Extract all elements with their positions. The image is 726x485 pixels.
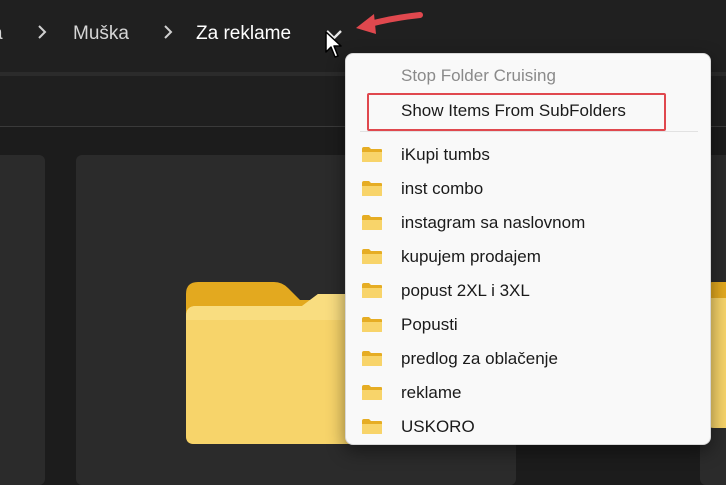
menu-folder-item[interactable]: inst combo <box>346 172 710 206</box>
red-arrow-annotation <box>356 12 423 34</box>
breadcrumb-item-previous[interactable]: a <box>0 20 3 48</box>
menu-folder-item[interactable]: kupujem prodajem <box>346 240 710 274</box>
folder-icon <box>362 283 382 298</box>
folder-icon <box>362 317 382 332</box>
menu-folder-label: USKORO <box>401 417 475 436</box>
folder-icon <box>362 215 382 230</box>
menu-divider <box>360 131 698 132</box>
menu-folder-item[interactable]: reklame <box>346 376 710 410</box>
folder-icon <box>362 419 382 434</box>
menu-folder-item[interactable]: Popusti <box>346 308 710 342</box>
folder-icon <box>362 147 382 162</box>
menu-folder-item[interactable]: popust 2XL i 3XL <box>346 274 710 308</box>
folder-icon <box>362 249 382 264</box>
menu-folder-label: popust 2XL i 3XL <box>401 281 530 300</box>
mouse-pointer-icon <box>325 31 342 58</box>
menu-folder-item[interactable]: USKORO <box>346 410 710 444</box>
subfolder-dropdown-menu: Stop Folder Cruising Show Items From Sub… <box>345 53 711 445</box>
file-explorer-window: a Muška Za reklame Stop Folder Cruising … <box>0 0 726 485</box>
menu-folder-label: kupujem prodajem <box>401 247 541 266</box>
menu-folder-item[interactable]: iKupi tumbs <box>346 138 710 172</box>
menu-folder-label: instagram sa naslovnom <box>401 213 586 232</box>
menu-folder-label: reklame <box>401 383 462 402</box>
menu-folder-label: predlog za oblačenje <box>401 349 558 368</box>
menu-folder-label: iKupi tumbs <box>401 145 490 164</box>
chevron-right-icon[interactable] <box>162 24 174 40</box>
menu-folder-label: Popusti <box>401 315 458 334</box>
folder-icon <box>362 385 382 400</box>
stop-folder-cruising-item: Stop Folder Cruising <box>401 66 556 85</box>
menu-folder-item[interactable]: predlog za oblačenje <box>346 342 710 376</box>
menu-folder-item[interactable]: instagram sa naslovnom <box>346 206 710 240</box>
folder-tile[interactable] <box>0 155 45 485</box>
breadcrumb-item-muska[interactable]: Muška <box>73 20 129 48</box>
folder-icon <box>362 181 382 196</box>
folder-icon <box>362 351 382 366</box>
chevron-right-icon[interactable] <box>36 24 48 40</box>
breadcrumb-item-current[interactable]: Za reklame <box>196 20 291 48</box>
show-items-from-subfolders-item[interactable]: Show Items From SubFolders <box>401 98 626 124</box>
menu-folder-label: inst combo <box>401 179 484 198</box>
